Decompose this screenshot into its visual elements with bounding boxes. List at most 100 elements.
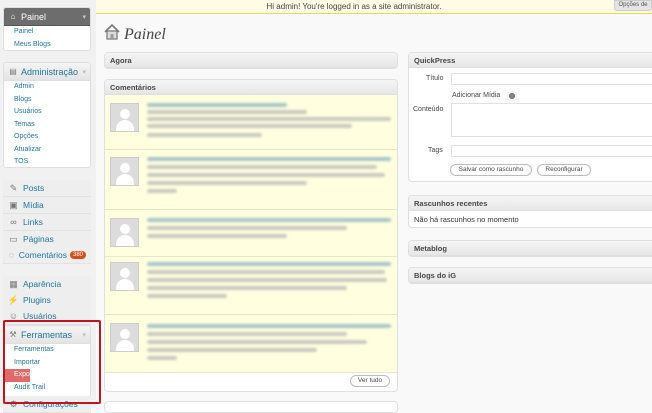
blurred-text — [147, 110, 307, 114]
nav-item-links[interactable]: ∞ Links — [3, 214, 91, 231]
dashboard-menu: ⌂ Painel ▾ Painel Meus Blogs — [3, 7, 91, 51]
admin-menu: ▤ Administração ▾ Admin Blogs Usuários T… — [3, 62, 91, 168]
blurred-text — [147, 348, 317, 352]
comment-count-badge: 380 — [69, 251, 86, 259]
tags-input[interactable] — [451, 145, 652, 157]
blurred-text — [147, 356, 177, 360]
admin-icon: ▤ — [9, 67, 17, 76]
nav-item-label: Mídia — [23, 200, 44, 210]
box-comentarios: Comentários Ver tudo — [104, 79, 398, 392]
avatar — [110, 218, 139, 247]
box-quickpress-title[interactable]: QuickPress — [409, 53, 652, 68]
menu-head-dashboard-label: Painel — [21, 11, 47, 22]
blurred-text — [147, 181, 307, 185]
nav-item-aparencia[interactable]: ▦ Aparência — [3, 276, 91, 293]
blurred-text — [147, 234, 287, 238]
page-title: Painel — [124, 26, 166, 43]
ver-tudo-button[interactable]: Ver tudo — [350, 375, 390, 387]
screen-options-button[interactable]: Opções de — [614, 0, 652, 11]
submenu-item-painel[interactable]: Painel — [4, 26, 90, 39]
avatar — [110, 323, 139, 352]
conteudo-label: Conteúdo — [413, 106, 444, 113]
nav-item-label: Plugins — [23, 295, 51, 305]
comment-item[interactable] — [105, 210, 397, 257]
no-drafts-text: Não há rascunhos no momento — [414, 215, 519, 224]
add-media-icon[interactable] — [509, 93, 515, 99]
nav-item-paginas[interactable]: ▭ Páginas — [3, 231, 91, 248]
box-agora-title[interactable]: Agora — [105, 53, 397, 68]
menu-head-admin[interactable]: ▤ Administração ▾ — [4, 63, 90, 81]
submenu-item-tos[interactable]: TOS — [4, 156, 90, 167]
admin-notice: Hi admin! You're logged in as a site adm… — [266, 2, 442, 11]
reset-button[interactable]: Reconfigurar — [537, 164, 591, 176]
blurred-text — [147, 189, 177, 193]
highlight-frame — [3, 320, 101, 404]
comment-item[interactable] — [105, 95, 397, 150]
menu-head-admin-label: Administração — [21, 66, 79, 77]
blurred-text — [147, 226, 347, 230]
box-rascunhos: Rascunhos recentes Não há rascunhos no m… — [408, 195, 652, 228]
blurred-text — [147, 173, 385, 177]
blurred-text — [147, 124, 352, 128]
tags-label: Tags — [428, 147, 443, 154]
box-comentarios-title[interactable]: Comentários — [105, 80, 397, 95]
pin-icon: ✎ — [9, 182, 18, 193]
nav-item-label: Comentários — [18, 250, 67, 260]
link-icon: ∞ — [10, 217, 17, 227]
adicionar-midia-label: Adicionar Mídia — [452, 92, 501, 99]
submenu-item-atualizar[interactable]: Atualizar — [4, 144, 90, 157]
submenu-item-opcoes[interactable]: Opções — [4, 131, 90, 144]
blurred-text — [147, 218, 391, 222]
home-icon: ⌂ — [10, 12, 16, 21]
submenu-item-admin[interactable]: Admin — [4, 81, 90, 94]
blurred-text — [147, 286, 347, 290]
blurred-text — [147, 278, 387, 282]
conteudo-textarea[interactable] — [451, 103, 652, 137]
collapse-arrow-icon[interactable]: ▾ — [82, 68, 86, 76]
comment-icon: ◌ — [8, 250, 15, 260]
box-metablog-title[interactable]: Metablog — [409, 241, 652, 256]
comment-item[interactable] — [105, 315, 397, 373]
nav-item-posts[interactable]: ✎ Posts — [3, 180, 91, 197]
plugin-icon: ⚡ — [7, 294, 20, 305]
box-next — [104, 401, 398, 413]
media-icon: ▣ — [9, 199, 18, 210]
submenu-item-usuarios[interactable]: Usuários — [4, 106, 90, 119]
blurred-text — [147, 294, 227, 298]
submenu-item-meus-blogs[interactable]: Meus Blogs — [4, 39, 90, 51]
blurred-text — [147, 157, 391, 161]
blurred-text — [147, 332, 347, 336]
avatar — [110, 103, 139, 132]
comment-item[interactable] — [105, 257, 397, 315]
box-blogs-ig: Blogs do iG — [408, 267, 652, 284]
nav-item-label: Aparência — [23, 279, 62, 289]
titulo-input[interactable] — [451, 73, 652, 85]
blurred-text — [147, 262, 391, 266]
admin-notice-bar: Hi admin! You're logged in as a site adm… — [96, 0, 652, 14]
comment-item[interactable] — [105, 150, 397, 210]
nav-item-comentarios[interactable]: ◌ Comentários 380 — [3, 247, 91, 264]
box-metablog: Metablog — [408, 240, 652, 257]
box-rascunhos-title[interactable]: Rascunhos recentes — [409, 196, 652, 211]
submenu-item-blogs[interactable]: Blogs — [4, 94, 90, 107]
avatar — [110, 157, 139, 186]
blurred-text — [147, 117, 391, 121]
menu-head-dashboard[interactable]: ⌂ Painel ▾ — [4, 8, 90, 26]
nav-item-label: Páginas — [23, 234, 54, 244]
nav-item-label: Posts — [23, 183, 45, 193]
box-quickpress: QuickPress Título Adicionar Mídia Conteú… — [408, 52, 652, 182]
save-draft-button[interactable]: Salvar como rascunho — [450, 164, 532, 176]
nav-item-midia[interactable]: ▣ Mídia — [3, 197, 91, 214]
nav-item-plugins[interactable]: ⚡ Plugins — [3, 292, 91, 309]
blurred-text — [147, 103, 287, 107]
titulo-label: Título — [426, 75, 444, 82]
box-blogs-ig-title[interactable]: Blogs do iG — [409, 268, 652, 283]
box-agora: Agora — [104, 52, 398, 69]
page-icon: ▭ — [9, 233, 18, 244]
collapse-arrow-icon[interactable]: ▾ — [82, 13, 86, 21]
blurred-text — [147, 324, 391, 328]
blurred-text — [147, 270, 385, 274]
appearance-icon: ▦ — [9, 278, 18, 289]
submenu-item-temas[interactable]: Temas — [4, 119, 90, 132]
blurred-text — [147, 340, 367, 344]
